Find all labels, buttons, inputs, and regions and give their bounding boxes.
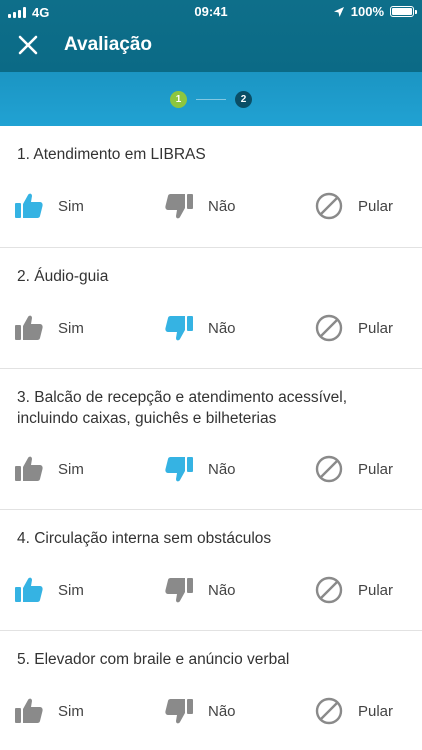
thumbs-up-icon <box>14 191 44 221</box>
no-button[interactable]: Não <box>164 570 236 610</box>
no-button[interactable]: Não <box>164 449 236 489</box>
no-label: Não <box>208 197 236 215</box>
skip-icon <box>314 191 344 221</box>
no-label: Não <box>208 581 236 599</box>
question-text: 4. Circulação interna sem obstáculos <box>17 530 272 547</box>
answer-options: Sim Não Pular <box>0 308 422 348</box>
no-button[interactable]: Não <box>164 308 236 348</box>
no-label: Não <box>208 702 236 720</box>
yes-button[interactable]: Sim <box>14 186 84 226</box>
answer-options: Sim Não Pular <box>0 186 422 226</box>
answer-options: Sim Não Pular <box>0 449 422 489</box>
question-item: 2. Áudio-guia Sim Não Pular <box>0 248 422 369</box>
question-item: 3. Balcão de recepção e atendimento aces… <box>0 369 422 510</box>
yes-button[interactable]: Sim <box>14 308 84 348</box>
no-label: Não <box>208 460 236 478</box>
thumbs-up-icon <box>14 575 44 605</box>
step-connector <box>196 99 226 100</box>
question-list: 1. Atendimento em LIBRAS Sim Não Pular 2. Áu… <box>0 126 422 750</box>
thumbs-up-icon <box>14 454 44 484</box>
question-item: 4. Circulação interna sem obstáculos Sim N… <box>0 510 422 631</box>
app-header: 4G 09:41 100% Avaliação <box>0 0 422 72</box>
thumbs-down-icon <box>164 454 194 484</box>
battery-percent: 100% <box>350 4 384 19</box>
question-text: 2. Áudio-guia <box>17 268 109 285</box>
skip-icon <box>314 575 344 605</box>
skip-label: Pular <box>358 581 394 599</box>
yes-label: Sim <box>58 581 84 599</box>
answer-options: Sim Não Pular <box>0 570 422 610</box>
no-label: Não <box>208 319 236 337</box>
question-text: 5. Elevador com braile e anúncio verbal <box>17 651 290 668</box>
yes-label: Sim <box>58 460 84 478</box>
question-item: 1. Atendimento em LIBRAS Sim Não Pular <box>0 126 422 248</box>
yes-label: Sim <box>58 197 84 215</box>
thumbs-down-icon <box>164 191 194 221</box>
skip-icon <box>314 313 344 343</box>
yes-label: Sim <box>58 702 84 720</box>
skip-icon <box>314 454 344 484</box>
yes-button[interactable]: Sim <box>14 691 84 731</box>
page-title: Avaliação <box>64 34 153 55</box>
skip-label: Pular <box>358 197 394 215</box>
question-item: 5. Elevador com braile e anúncio verbal S… <box>0 631 422 750</box>
no-button[interactable]: Não <box>164 691 236 731</box>
yes-button[interactable]: Sim <box>14 570 84 610</box>
status-bar: 4G 09:41 100% <box>0 0 422 24</box>
skip-icon <box>314 696 344 726</box>
close-icon[interactable] <box>16 33 40 57</box>
progress-stepper: 1 2 <box>0 72 422 126</box>
thumbs-down-icon <box>164 313 194 343</box>
skip-button[interactable]: Pular <box>314 186 393 226</box>
step-indicator-2[interactable]: 2 <box>235 91 252 108</box>
thumbs-down-icon <box>164 696 194 726</box>
yes-button[interactable]: Sim <box>14 449 84 489</box>
step-indicator-1[interactable]: 1 <box>170 91 187 108</box>
skip-button[interactable]: Pular <box>314 570 393 610</box>
thumbs-up-icon <box>14 313 44 343</box>
location-arrow-icon <box>333 6 344 17</box>
thumbs-down-icon <box>164 575 194 605</box>
thumbs-up-icon <box>14 696 44 726</box>
skip-button[interactable]: Pular <box>314 308 393 348</box>
battery-icon <box>390 6 417 17</box>
answer-options: Sim Não Pular <box>0 691 422 731</box>
question-text: 1. Atendimento em LIBRAS <box>17 146 206 163</box>
skip-button[interactable]: Pular <box>314 691 393 731</box>
no-button[interactable]: Não <box>164 186 236 226</box>
yes-label: Sim <box>58 319 84 337</box>
question-text: 3. Balcão de recepção e atendimento aces… <box>17 389 348 427</box>
skip-label: Pular <box>358 460 394 478</box>
skip-label: Pular <box>358 319 394 337</box>
skip-button[interactable]: Pular <box>314 449 393 489</box>
skip-label: Pular <box>358 702 394 720</box>
